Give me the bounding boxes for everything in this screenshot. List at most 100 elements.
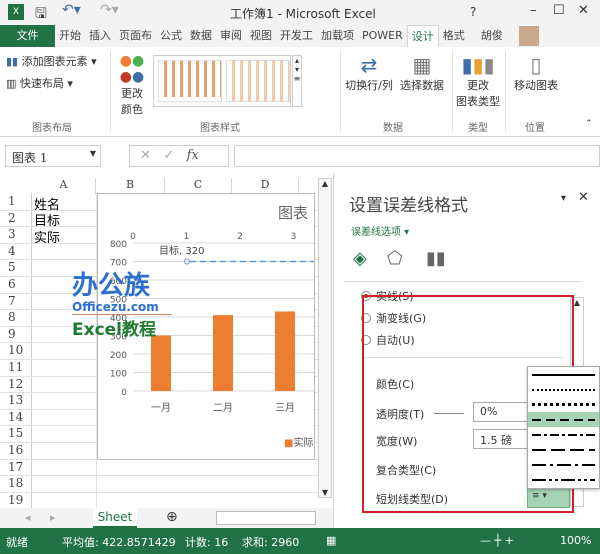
enter-icon[interactable]: ✓: [163, 148, 174, 163]
maximize-button[interactable]: ☐: [553, 3, 565, 18]
chart-style-1[interactable]: [158, 60, 222, 102]
normal-view-icon[interactable]: ▦: [326, 534, 336, 547]
pane-close-icon[interactable]: ✕: [578, 190, 589, 205]
dash-option-round-dot[interactable]: [528, 382, 599, 397]
tab-format[interactable]: 格式: [439, 25, 469, 47]
name-box[interactable]: 图表 1 ▼: [5, 145, 101, 167]
legend[interactable]: ■实际: [284, 434, 313, 449]
tab-view[interactable]: 视图: [246, 25, 276, 47]
row-header[interactable]: 19: [0, 493, 31, 507]
tab-home[interactable]: 开始: [55, 25, 85, 47]
row-header[interactable]: 9: [0, 327, 31, 341]
chart-styles-gallery[interactable]: [153, 55, 291, 107]
cancel-icon[interactable]: ✕: [140, 148, 151, 163]
minimize-button[interactable]: –: [530, 3, 537, 18]
change-colors-button[interactable]: ●● ●● 更改 颜色: [116, 53, 148, 117]
tab-insert[interactable]: 插入: [85, 25, 115, 47]
column-header[interactable]: B: [96, 178, 165, 194]
tab-formulas[interactable]: 公式: [156, 25, 186, 47]
tab-review[interactable]: 审阅: [216, 25, 246, 47]
formula-input[interactable]: [234, 145, 600, 167]
tab-data[interactable]: 数据: [186, 25, 216, 47]
select-data-button[interactable]: ▦ 选择数据: [398, 53, 446, 93]
column-header[interactable]: D: [232, 178, 299, 194]
dash-option-dash-dot[interactable]: [528, 427, 599, 442]
row-header[interactable]: 6: [0, 277, 31, 291]
row-header[interactable]: 18: [0, 476, 31, 490]
group-label-layout: 图表布局: [32, 123, 72, 134]
status-average: 平均值: 422.8571429: [62, 536, 176, 549]
vertical-scrollbar[interactable]: ▲ ▼: [318, 178, 332, 498]
help-button[interactable]: ?: [470, 5, 476, 19]
user-name[interactable]: 胡俊: [477, 25, 507, 47]
change-chart-type-button[interactable]: ▮▮▮ 更改 图表类型: [456, 53, 500, 109]
chart-style-2[interactable]: [226, 60, 290, 102]
move-chart-button[interactable]: ▯ 移动图表: [510, 53, 562, 93]
row-header[interactable]: 1: [0, 194, 31, 208]
chart-title[interactable]: 图表: [278, 202, 308, 223]
dash-option-long-dash[interactable]: [528, 442, 599, 457]
tab-developer[interactable]: 开发工: [276, 25, 317, 47]
effects-pentagon-icon[interactable]: ⬠: [387, 248, 403, 269]
error-bar-options-dropdown[interactable]: 误差线选项 ▾: [351, 223, 409, 238]
tab-file[interactable]: 文件: [0, 25, 55, 47]
row-header[interactable]: 15: [0, 426, 31, 440]
bar: [213, 315, 233, 391]
column-header[interactable]: C: [165, 178, 232, 194]
zoom-level[interactable]: 100%: [560, 534, 591, 547]
tab-design[interactable]: 设计: [406, 25, 439, 47]
next-sheet-icon[interactable]: ▸: [50, 511, 56, 524]
target-data-label[interactable]: 目标, 320: [159, 242, 204, 257]
status-bar: 就绪 平均值: 422.8571429 计数: 16 求和: 2960 ▦ — …: [0, 528, 600, 554]
save-icon[interactable]: 🖫: [35, 3, 47, 27]
close-button[interactable]: ✕: [578, 3, 589, 18]
function-icon[interactable]: fx: [187, 148, 199, 163]
bar-options-icon[interactable]: ▮▮: [426, 248, 446, 269]
row-header[interactable]: 13: [0, 393, 31, 407]
row-header[interactable]: 5: [0, 260, 31, 274]
switch-row-column-button[interactable]: ⇄ 切换行/列: [345, 53, 393, 93]
row-header[interactable]: 7: [0, 294, 31, 308]
row-header[interactable]: 11: [0, 360, 31, 374]
dash-option-long-dash-dot-dot[interactable]: [528, 472, 599, 487]
gallery-scroll[interactable]: ▴ ▾ ≡: [292, 55, 302, 107]
tab-addins[interactable]: 加载项: [317, 25, 358, 47]
sheet-tab[interactable]: Sheet: [93, 508, 137, 528]
dash-option-dash[interactable]: [528, 412, 599, 427]
row-header[interactable]: 17: [0, 460, 31, 474]
x-tick-label: 一月: [151, 402, 171, 414]
fill-line-icon[interactable]: ◈: [353, 248, 367, 269]
add-chart-element-button[interactable]: ▮▮ 添加图表元素 ▾: [6, 53, 97, 69]
palette-icon: ●● ●●: [119, 53, 145, 85]
dash-option-solid[interactable]: [528, 367, 599, 382]
dash-option-long-dash-dot[interactable]: [528, 457, 599, 472]
add-sheet-icon[interactable]: ⊕: [166, 509, 178, 525]
column-header[interactable]: A: [32, 178, 96, 194]
dash-option-square-dot[interactable]: [528, 397, 599, 412]
row-header[interactable]: 14: [0, 410, 31, 424]
gridline: [0, 475, 318, 477]
quick-layout-button[interactable]: ▥ 快速布局 ▾: [6, 75, 73, 91]
row-header[interactable]: 2: [0, 211, 31, 225]
ribbon-tabs: 文件 开始 插入 页面布 公式 数据 审阅 视图 开发工 加载项 POWER 设…: [0, 25, 600, 47]
row-header[interactable]: 16: [0, 443, 31, 457]
redo-icon[interactable]: ↷▾: [100, 2, 119, 18]
row-header[interactable]: 8: [0, 310, 31, 324]
row-header[interactable]: 3: [0, 227, 31, 241]
group-label-styles: 图表样式: [200, 123, 240, 134]
row-header[interactable]: 12: [0, 377, 31, 391]
zoom-slider[interactable]: — ┼ +: [480, 534, 514, 547]
horizontal-scrollbar[interactable]: [216, 511, 316, 525]
bar: [275, 311, 295, 391]
collapse-ribbon-icon[interactable]: ⌃: [585, 119, 593, 129]
undo-icon[interactable]: ↶▾: [62, 2, 81, 18]
pane-options-icon[interactable]: ▾: [561, 193, 566, 204]
formula-bar: 图表 1 ▼ ✕ ✓ fx: [0, 140, 600, 173]
cell-a3[interactable]: 实际: [34, 227, 60, 246]
row-header[interactable]: 4: [0, 244, 31, 258]
tab-power[interactable]: POWER: [358, 25, 407, 47]
table-icon: ▦: [412, 53, 432, 77]
tab-page-layout[interactable]: 页面布: [115, 25, 156, 47]
row-header[interactable]: 10: [0, 343, 31, 357]
prev-sheet-icon[interactable]: ◂: [25, 511, 31, 524]
